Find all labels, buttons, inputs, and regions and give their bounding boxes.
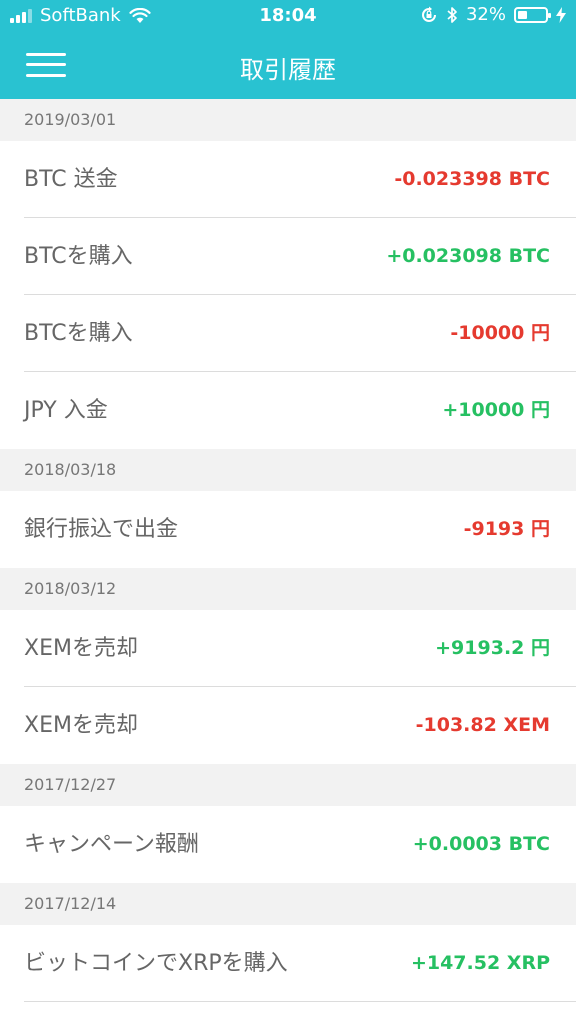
date-header: 2018/03/12: [0, 568, 576, 610]
status-right: 32%: [420, 4, 566, 25]
transaction-amount: -103.82 XEM: [415, 714, 550, 736]
transaction-row[interactable]: 銀行振込で出金 -9193 円: [0, 491, 576, 568]
transaction-label: 銀行振込で出金: [24, 517, 179, 542]
battery-icon: [514, 6, 551, 23]
date-header: 2017/12/14: [0, 883, 576, 925]
transaction-label: XEMを売却: [24, 713, 138, 738]
transaction-row[interactable]: XEMを売却 +9193.2 円: [0, 610, 576, 687]
transaction-row[interactable]: BTCを購入 -10000 円: [0, 295, 576, 372]
transaction-label: ビットコインでXRPを購入: [24, 951, 288, 976]
status-bar: SoftBank 18:04 32%: [0, 0, 576, 32]
transaction-label: BTCを購入: [24, 244, 133, 269]
transaction-label: JPY 入金: [24, 398, 108, 423]
transaction-row[interactable]: XEMを売却 -103.82 XEM: [0, 687, 576, 764]
transaction-amount: +147.52 XRP: [410, 952, 550, 974]
date-header: 2018/03/18: [0, 449, 576, 491]
charging-icon: [556, 6, 566, 23]
page-title: 取引履歴: [240, 56, 336, 84]
nav-bar: 取引履歴: [0, 32, 576, 99]
transaction-history-list[interactable]: 2019/03/01 BTC 送金 -0.023398 BTC BTCを購入 +0.02…: [0, 99, 576, 1002]
transaction-label: XEMを売却: [24, 636, 138, 661]
date-header: 2019/03/01: [0, 99, 576, 141]
transaction-label: BTC 送金: [24, 167, 118, 192]
transaction-amount: +0.023098 BTC: [386, 245, 550, 267]
transaction-row[interactable]: ビットコインでXRPを購入 +147.52 XRP: [0, 925, 576, 1002]
transaction-amount: +10000 円: [442, 399, 550, 421]
transaction-label: BTCを購入: [24, 321, 133, 346]
transaction-amount: -10000 円: [450, 322, 550, 344]
date-header: 2017/12/27: [0, 764, 576, 806]
battery-percent: 32%: [465, 4, 506, 25]
transaction-row[interactable]: BTCを購入 +0.023098 BTC: [0, 218, 576, 295]
rotation-lock-icon: [422, 6, 436, 22]
transaction-amount: -0.023398 BTC: [394, 168, 550, 190]
row-divider: [24, 1001, 576, 1002]
transaction-row[interactable]: BTC 送金 -0.023398 BTC: [0, 141, 576, 218]
transaction-row[interactable]: キャンペーン報酬 +0.0003 BTC: [0, 806, 576, 883]
transaction-amount: -9193 円: [463, 518, 550, 540]
transaction-row[interactable]: JPY 入金 +10000 円: [0, 372, 576, 449]
transaction-label: キャンペーン報酬: [24, 832, 199, 857]
transaction-amount: +9193.2 円: [435, 637, 550, 659]
transaction-amount: +0.0003 BTC: [412, 833, 550, 855]
bluetooth-icon: [447, 6, 457, 23]
